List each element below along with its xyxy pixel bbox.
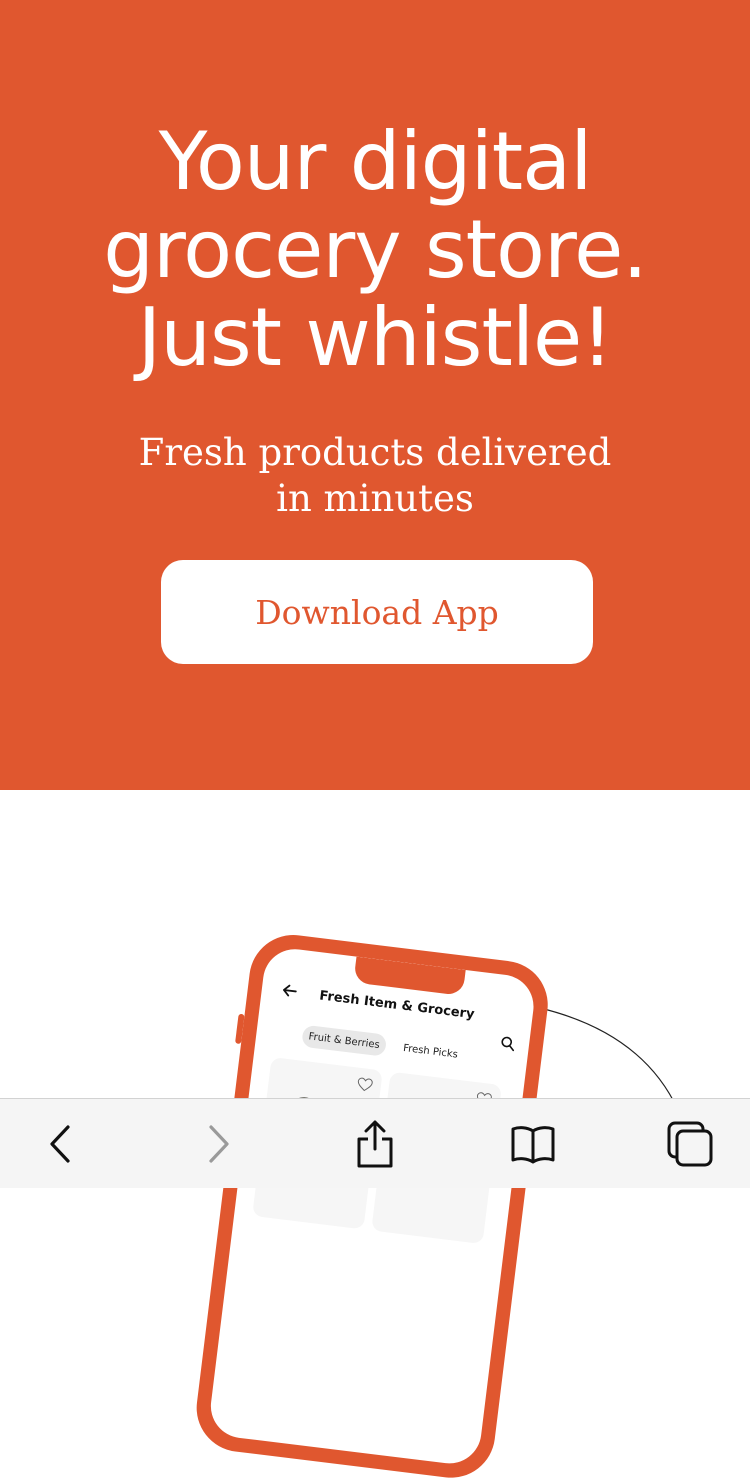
phone-notch [353, 956, 466, 996]
tabs-button[interactable] [660, 1117, 720, 1171]
share-button[interactable] [345, 1117, 405, 1171]
chip-fresh-picks: Fresh Picks [394, 1036, 467, 1067]
search-icon [501, 1036, 515, 1052]
download-app-button[interactable]: Download App [161, 560, 593, 664]
forward-button[interactable] [188, 1117, 248, 1171]
bookmarks-button[interactable] [503, 1117, 563, 1171]
heart-icon [357, 1077, 373, 1092]
arrow-left-icon [283, 984, 297, 997]
chip-fruit-berries: Fruit & Berries [301, 1024, 388, 1057]
back-button[interactable] [31, 1117, 91, 1171]
tabs-icon [667, 1121, 713, 1167]
share-icon [357, 1120, 393, 1168]
hero-section: Your digital grocery store. Just whistle… [0, 0, 750, 790]
hero-title-line-1: Your digital [158, 115, 593, 208]
forward-icon [209, 1125, 229, 1163]
back-icon [50, 1125, 70, 1163]
hero-subtitle-line-2: in minutes [276, 477, 474, 520]
hero-title: Your digital grocery store. Just whistle… [0, 118, 750, 382]
hero-subtitle-line-1: Fresh products delivered [138, 431, 612, 474]
hero-subtitle: Fresh products delivered in minutes [0, 430, 750, 522]
phone-screen-title: Fresh Item & Grocery [318, 988, 476, 1023]
hero-title-line-2: grocery store. [103, 203, 648, 296]
hero-title-line-3: Just whistle! [137, 291, 614, 384]
phone-mockup: Fresh Item & Grocery Fruit & Berries Fre… [191, 930, 553, 1483]
phone-screen: Fresh Item & Grocery Fruit & Berries Fre… [207, 945, 538, 1468]
browser-toolbar [0, 1098, 750, 1188]
bookmarks-icon [511, 1126, 555, 1164]
